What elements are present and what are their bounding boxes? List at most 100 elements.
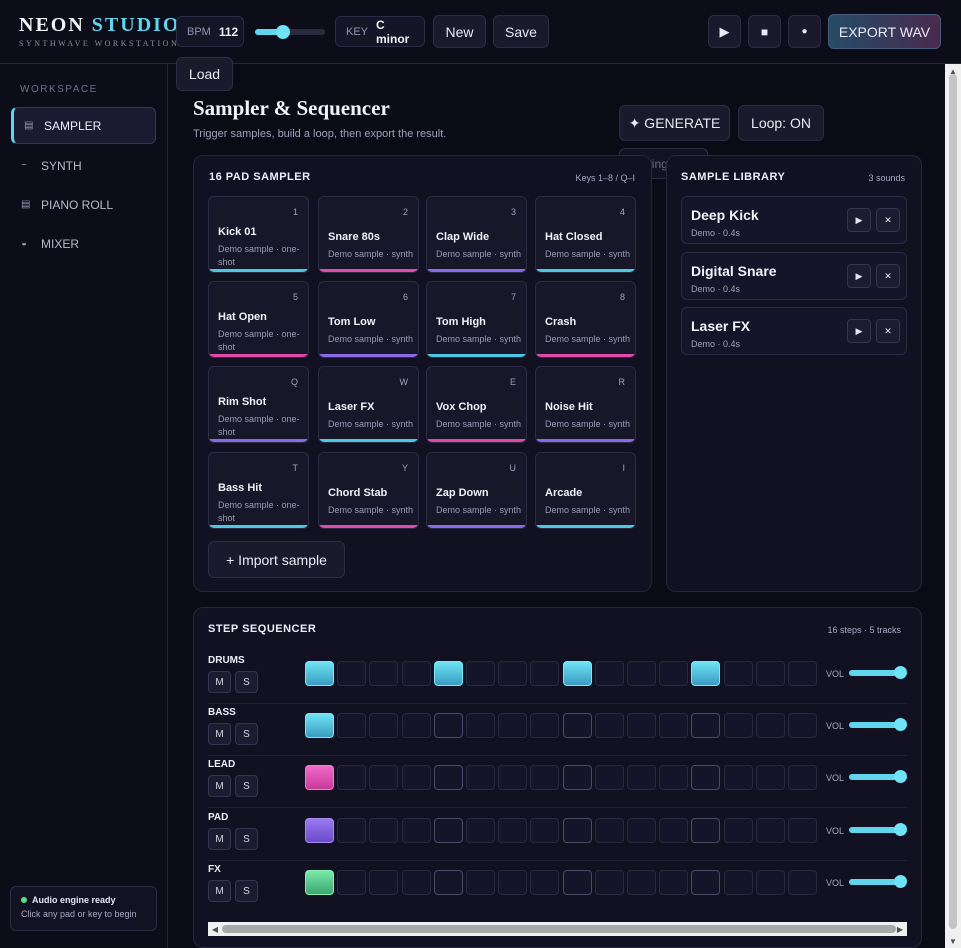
sequencer-step[interactable] bbox=[594, 765, 624, 790]
export-wav-button[interactable]: EXPORT WAV bbox=[828, 14, 941, 49]
sequencer-step[interactable] bbox=[562, 870, 592, 895]
play-sample-button[interactable]: ▶ bbox=[847, 208, 871, 232]
generate-button[interactable]: ✦ GENERATE bbox=[619, 105, 730, 141]
sequencer-step[interactable] bbox=[433, 870, 463, 895]
sequencer-step[interactable] bbox=[594, 713, 624, 738]
sequencer-step[interactable] bbox=[691, 818, 721, 843]
sampler-pad[interactable]: 6 Tom Low Demo sample · synth bbox=[318, 281, 419, 358]
horizontal-scrollbar[interactable]: ◀ ▶ bbox=[208, 922, 907, 936]
sequencer-step[interactable] bbox=[369, 870, 399, 895]
sequencer-step[interactable] bbox=[305, 661, 334, 686]
sequencer-step[interactable] bbox=[594, 818, 624, 843]
sequencer-step[interactable] bbox=[788, 870, 817, 895]
sequencer-step[interactable] bbox=[401, 870, 431, 895]
sequencer-step[interactable] bbox=[305, 713, 334, 738]
mute-button[interactable]: M bbox=[208, 671, 231, 693]
sampler-pad[interactable]: 3 Clap Wide Demo sample · synth bbox=[426, 196, 527, 273]
solo-button[interactable]: S bbox=[235, 671, 258, 693]
sampler-pad[interactable]: U Zap Down Demo sample · synth bbox=[426, 452, 527, 529]
sampler-pad[interactable]: T Bass Hit Demo sample · one-shot bbox=[208, 452, 309, 529]
bpm-field[interactable]: BPM 112 bbox=[176, 16, 244, 47]
solo-button[interactable]: S bbox=[235, 775, 258, 797]
sequencer-step[interactable] bbox=[788, 818, 817, 843]
sequencer-step[interactable] bbox=[433, 818, 463, 843]
sequencer-step[interactable] bbox=[466, 765, 495, 790]
volume-slider[interactable] bbox=[849, 770, 908, 783]
volume-slider[interactable] bbox=[849, 666, 908, 679]
sequencer-step[interactable] bbox=[755, 818, 785, 843]
sequencer-step[interactable] bbox=[305, 765, 334, 790]
sequencer-step[interactable] bbox=[723, 661, 753, 686]
sequencer-step[interactable] bbox=[627, 765, 656, 790]
sampler-pad[interactable]: Q Rim Shot Demo sample · one-shot bbox=[208, 366, 309, 443]
sequencer-step[interactable] bbox=[498, 713, 528, 738]
sequencer-step[interactable] bbox=[659, 713, 689, 738]
sequencer-step[interactable] bbox=[401, 713, 431, 738]
sidebar-item-synth[interactable]: ~ SYNTH bbox=[11, 147, 156, 184]
sampler-pad[interactable]: W Laser FX Demo sample · synth bbox=[318, 366, 419, 443]
sequencer-step[interactable] bbox=[305, 870, 334, 895]
sequencer-step[interactable] bbox=[466, 818, 495, 843]
sequencer-step[interactable] bbox=[627, 713, 656, 738]
sequencer-step[interactable] bbox=[723, 713, 753, 738]
loop-toggle[interactable]: Loop: ON bbox=[738, 105, 824, 141]
sequencer-step[interactable] bbox=[627, 818, 656, 843]
sequencer-step[interactable] bbox=[337, 661, 367, 686]
sequencer-step[interactable] bbox=[530, 818, 560, 843]
scrollbar-thumb[interactable] bbox=[949, 74, 957, 929]
library-item[interactable]: Laser FX Demo · 0.4s ▶ ✕ bbox=[681, 307, 907, 355]
play-sample-button[interactable]: ▶ bbox=[847, 264, 871, 288]
sequencer-step[interactable] bbox=[594, 870, 624, 895]
tempo-slider-knob[interactable] bbox=[276, 25, 290, 39]
sequencer-step[interactable] bbox=[369, 818, 399, 843]
sampler-pad[interactable]: R Noise Hit Demo sample · synth bbox=[535, 366, 636, 443]
solo-button[interactable]: S bbox=[235, 828, 258, 850]
mute-button[interactable]: M bbox=[208, 775, 231, 797]
sequencer-step[interactable] bbox=[788, 661, 817, 686]
sequencer-step[interactable] bbox=[337, 870, 367, 895]
sequencer-step[interactable] bbox=[627, 870, 656, 895]
scrollbar-thumb[interactable] bbox=[222, 925, 896, 933]
solo-button[interactable]: S bbox=[235, 723, 258, 745]
stop-button[interactable]: ■ bbox=[748, 15, 781, 48]
new-button[interactable]: New bbox=[433, 15, 486, 48]
sequencer-step[interactable] bbox=[659, 870, 689, 895]
scroll-down-icon[interactable]: ▼ bbox=[945, 934, 961, 948]
load-button[interactable]: Load bbox=[176, 57, 233, 91]
sequencer-step[interactable] bbox=[562, 818, 592, 843]
sequencer-step[interactable] bbox=[562, 661, 592, 686]
sequencer-step[interactable] bbox=[337, 818, 367, 843]
sampler-pad[interactable]: 7 Tom High Demo sample · synth bbox=[426, 281, 527, 358]
sequencer-step[interactable] bbox=[562, 765, 592, 790]
volume-slider[interactable] bbox=[849, 718, 908, 731]
sequencer-step[interactable] bbox=[466, 661, 495, 686]
sequencer-step[interactable] bbox=[369, 661, 399, 686]
sequencer-step[interactable] bbox=[337, 765, 367, 790]
volume-slider[interactable] bbox=[849, 823, 908, 836]
solo-button[interactable]: S bbox=[235, 880, 258, 902]
remove-sample-button[interactable]: ✕ bbox=[876, 208, 900, 232]
sequencer-step[interactable] bbox=[755, 870, 785, 895]
sidebar-item-sampler[interactable]: ▤ SAMPLER bbox=[11, 107, 156, 144]
sampler-pad[interactable]: 8 Crash Demo sample · synth bbox=[535, 281, 636, 358]
play-sample-button[interactable]: ▶ bbox=[847, 319, 871, 343]
sequencer-step[interactable] bbox=[562, 713, 592, 738]
sequencer-step[interactable] bbox=[691, 661, 721, 686]
sampler-pad[interactable]: Y Chord Stab Demo sample · synth bbox=[318, 452, 419, 529]
scroll-left-icon[interactable]: ◀ bbox=[208, 922, 222, 936]
mute-button[interactable]: M bbox=[208, 828, 231, 850]
sequencer-step[interactable] bbox=[755, 713, 785, 738]
sequencer-step[interactable] bbox=[401, 661, 431, 686]
sequencer-step[interactable] bbox=[691, 765, 721, 790]
sequencer-step[interactable] bbox=[369, 713, 399, 738]
sequencer-step[interactable] bbox=[401, 765, 431, 790]
sequencer-step[interactable] bbox=[498, 870, 528, 895]
sequencer-step[interactable] bbox=[691, 713, 721, 738]
sampler-pad[interactable]: 5 Hat Open Demo sample · one-shot bbox=[208, 281, 309, 358]
sampler-pad[interactable]: 4 Hat Closed Demo sample · synth bbox=[535, 196, 636, 273]
record-button[interactable]: ● bbox=[788, 15, 821, 48]
sequencer-step[interactable] bbox=[755, 661, 785, 686]
sequencer-step[interactable] bbox=[530, 765, 560, 790]
sequencer-step[interactable] bbox=[337, 713, 367, 738]
sidebar-item-piano-roll[interactable]: ▤ PIANO ROLL bbox=[11, 186, 156, 223]
